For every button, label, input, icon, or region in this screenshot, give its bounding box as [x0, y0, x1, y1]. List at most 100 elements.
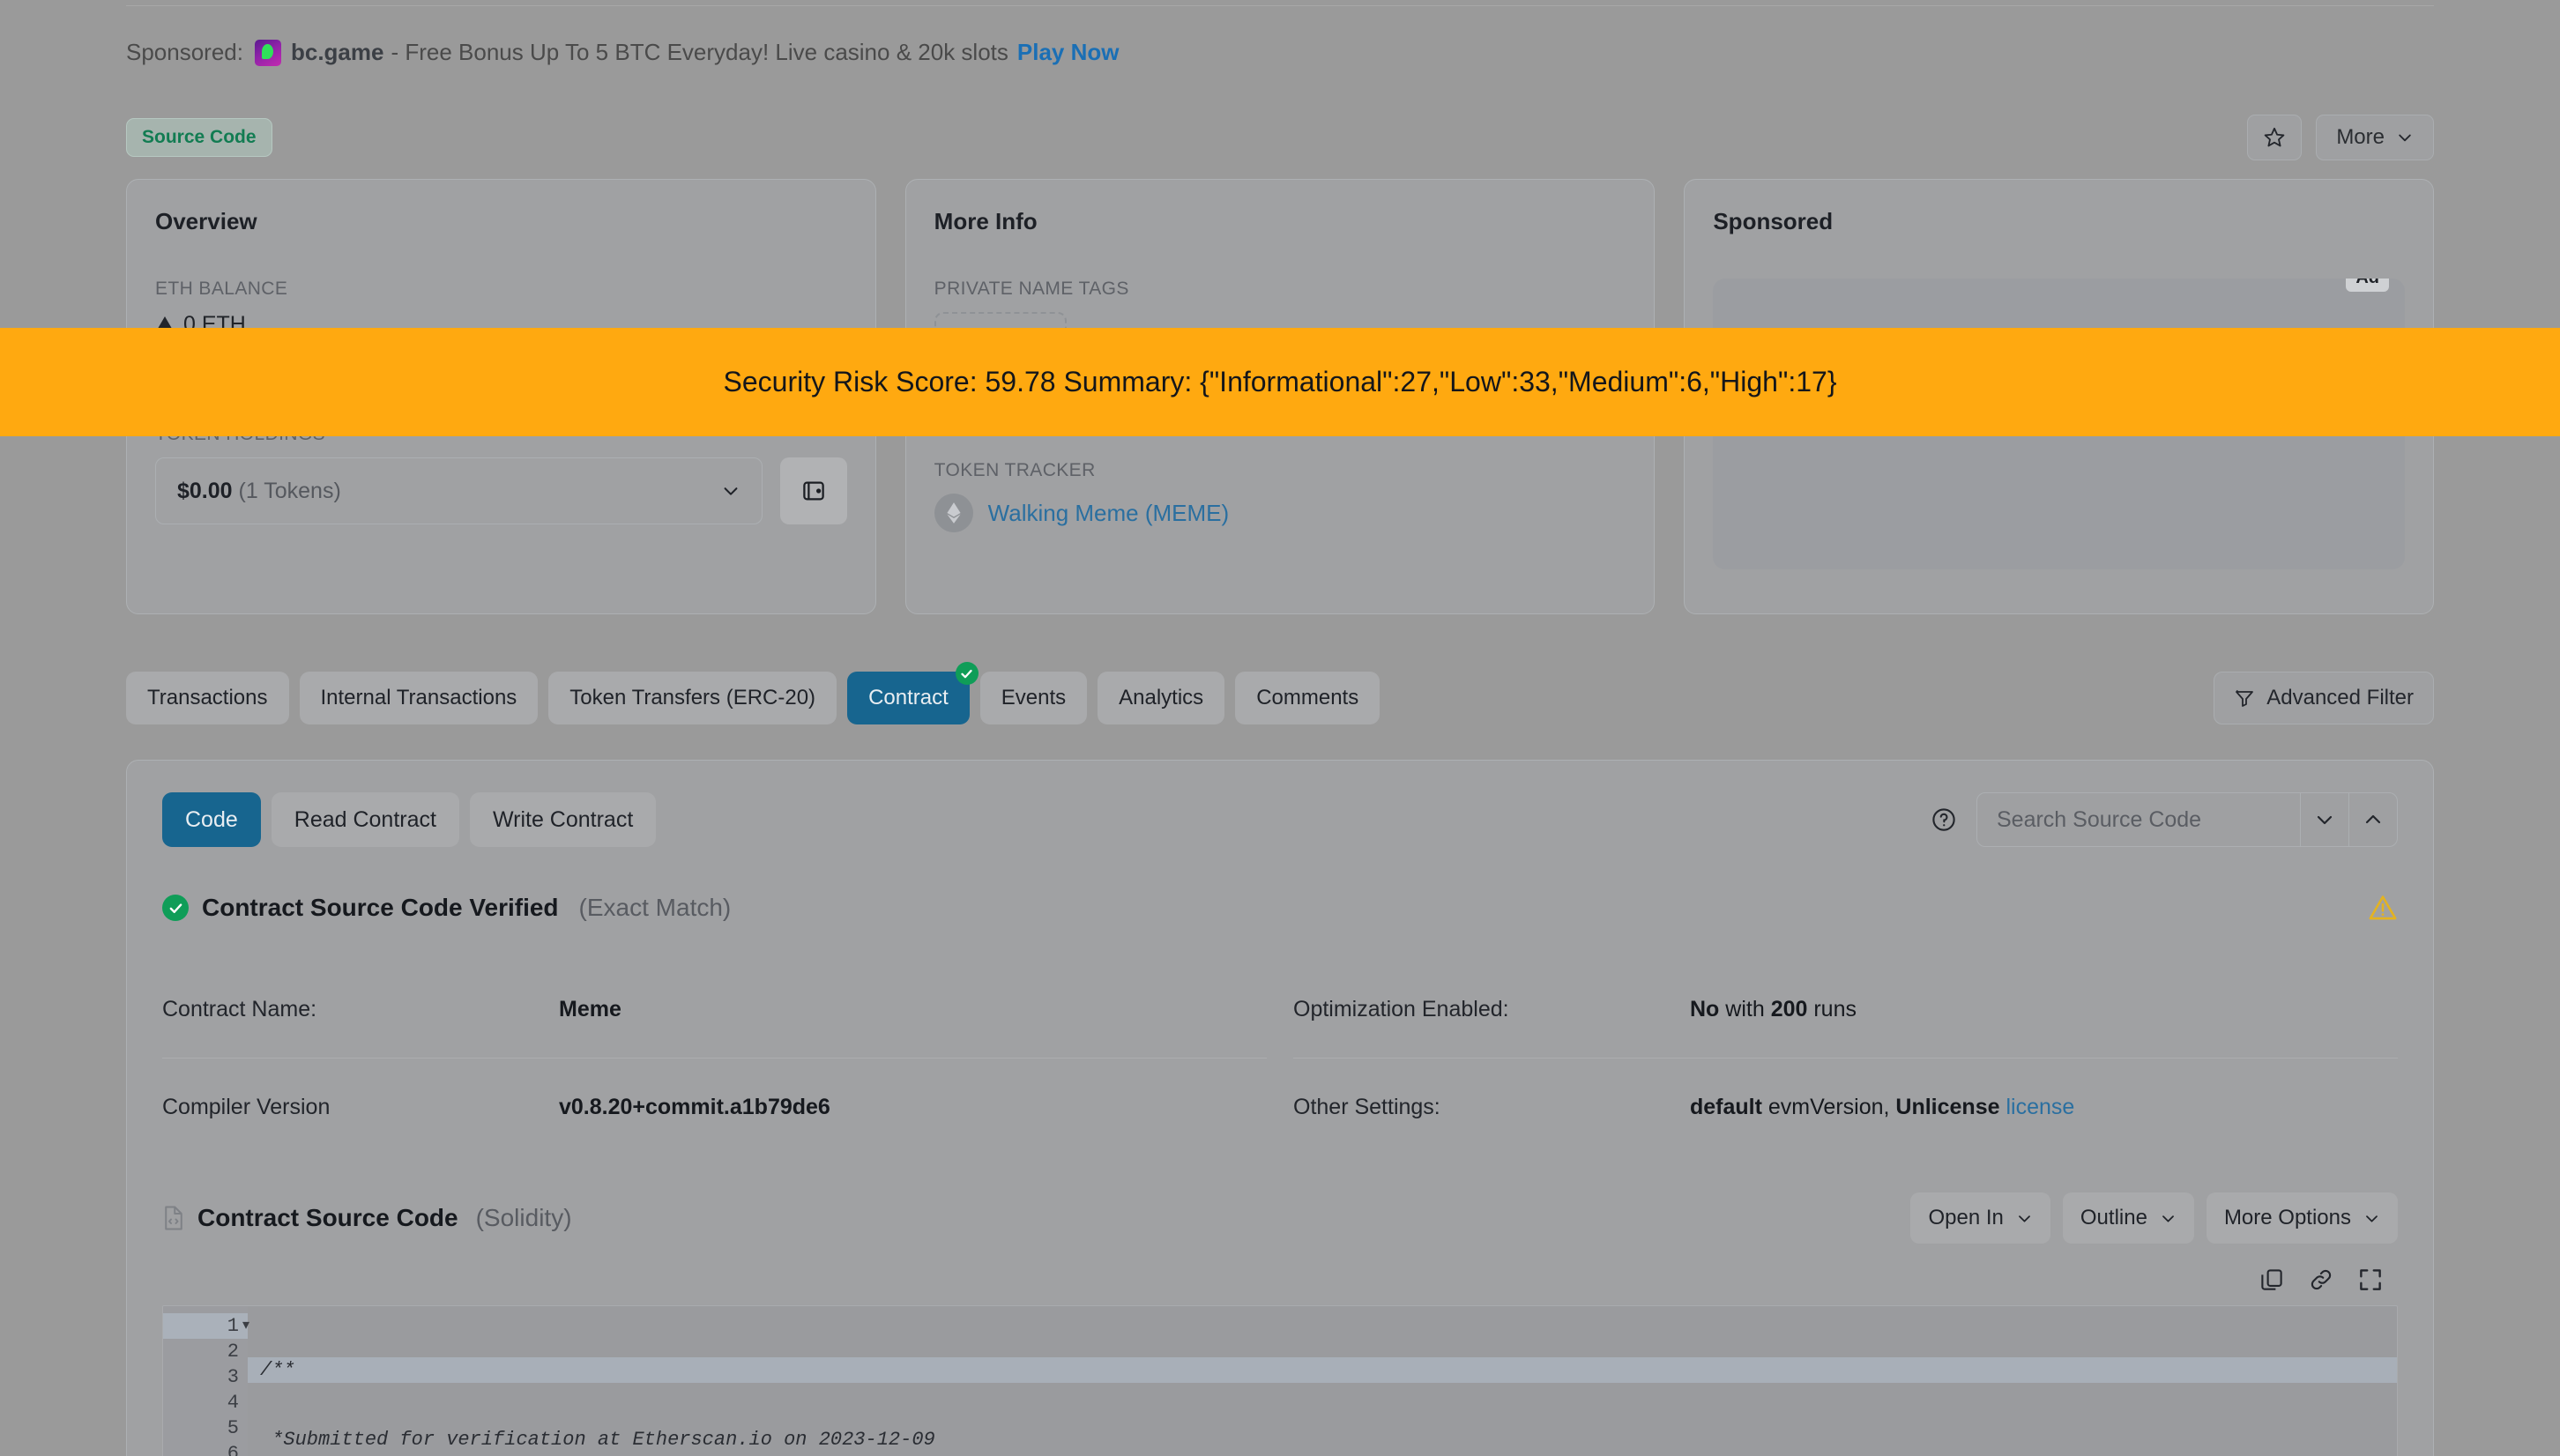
subtab-write-contract[interactable]: Write Contract — [469, 792, 657, 847]
outline-label: Outline — [2080, 1206, 2147, 1229]
more-info-card-title: More Info — [934, 208, 1038, 234]
ethereum-token-icon — [934, 494, 973, 532]
warning-button[interactable] — [2368, 893, 2398, 923]
security-risk-banner[interactable]: Security Risk Score: 59.78 Summary: {"In… — [0, 328, 2560, 436]
source-code-title: Contract Source Code — [197, 1204, 458, 1231]
detail-value-bold: default — [1690, 1094, 1762, 1119]
detail-key: Optimization Enabled: — [1293, 997, 1509, 1021]
chevron-down-icon — [2162, 1215, 2174, 1222]
fold-arrow-icon[interactable]: ▾ — [242, 1313, 249, 1339]
top-divider — [126, 5, 2434, 6]
tab-label: Analytics — [1119, 686, 1204, 709]
favorite-star-button[interactable] — [2247, 115, 2303, 160]
subtab-code[interactable]: Code — [162, 792, 261, 847]
search-area — [1931, 792, 2398, 847]
tab-events[interactable]: Events — [979, 672, 1088, 724]
source-code-editor[interactable]: 1▾ 2 3 4 5 6 7▾ /** *Submitted for verif… — [162, 1305, 2398, 1456]
sponsored-banner-line: Sponsored: bc.game - Free Bonus Up To 5 … — [126, 39, 1119, 66]
outline-dropdown[interactable]: Outline — [2062, 1192, 2194, 1244]
token-tracker-link[interactable]: Walking Meme (MEME) — [988, 500, 1230, 527]
search-input[interactable] — [1977, 806, 2300, 833]
detail-value-rest: runs — [1807, 997, 1857, 1021]
tab-label: Events — [1001, 686, 1067, 709]
tab-transactions[interactable]: Transactions — [126, 672, 289, 724]
main-tabs: Transactions Internal Transactions Token… — [126, 662, 1380, 724]
line-number-text: 6 — [227, 1443, 239, 1456]
tab-analytics[interactable]: Analytics — [1098, 672, 1225, 724]
search-expand-down-button[interactable] — [2300, 793, 2348, 846]
editor-code-area[interactable]: /** *Submitted for verification at Ether… — [248, 1306, 2397, 1456]
warning-triangle-icon — [2369, 895, 2397, 920]
star-icon — [2264, 127, 2285, 147]
more-options-dropdown[interactable]: More Options — [2206, 1192, 2398, 1244]
detail-key: Other Settings: — [1293, 1094, 1440, 1119]
token-holdings-amount: $0.00 — [177, 478, 233, 503]
source-code-chip[interactable]: Source Code — [126, 118, 272, 157]
chevron-down-icon — [2399, 134, 2411, 142]
detail-value: Meme — [559, 997, 621, 1022]
link-icon[interactable] — [2308, 1267, 2334, 1293]
contract-panel-header: Code Read Contract Write Contract — [162, 792, 2398, 847]
file-code-icon — [165, 1206, 182, 1230]
open-in-label: Open In — [1928, 1206, 2004, 1229]
detail-value-mid: with — [1719, 997, 1771, 1021]
line-number-text: 4 — [227, 1392, 239, 1414]
tab-internal-transactions[interactable]: Internal Transactions — [299, 672, 539, 724]
detail-value-bold: No — [1690, 997, 1720, 1021]
detail-value: v0.8.20+commit.a1b79de6 — [559, 1095, 830, 1120]
verification-status: Contract Source Code Verified (Exact Mat… — [162, 894, 731, 922]
detail-row-contract-name: Contract Name: Meme — [162, 962, 1267, 1059]
verified-check-icon — [955, 662, 979, 685]
token-holdings-row: $0.00 (1 Tokens) — [155, 457, 847, 524]
license-link[interactable]: license — [2006, 1095, 2074, 1119]
chevron-down-icon — [2366, 1215, 2378, 1222]
contract-subtabs: Code Read Contract Write Contract — [162, 792, 657, 847]
line-number-text: 1 — [227, 1315, 239, 1337]
help-circle-icon[interactable] — [1931, 806, 1957, 833]
token-holdings-dropdown[interactable]: $0.00 (1 Tokens) — [155, 457, 763, 524]
source-code-language: (Solidity) — [475, 1204, 572, 1231]
advanced-filter-button[interactable]: Advanced Filter — [2214, 672, 2434, 724]
line-number-text: 5 — [227, 1417, 239, 1439]
subtab-read-contract[interactable]: Read Contract — [271, 792, 459, 847]
chevron-down-icon — [2317, 815, 2333, 825]
chevron-up-icon — [2365, 814, 2381, 824]
advanced-filter-label: Advanced Filter — [2266, 686, 2414, 709]
wallet-button[interactable] — [779, 457, 847, 524]
search-expand-up-button[interactable] — [2348, 793, 2397, 846]
contract-panel: Code Read Contract Write Contract Search… — [126, 760, 2434, 1456]
sponsor-brand-name[interactable]: bc.game — [291, 39, 384, 66]
token-holdings-text: $0.00 (1 Tokens) — [177, 479, 341, 504]
security-risk-banner-text: Security Risk Score: 59.78 Summary: {"In… — [723, 366, 1837, 397]
tab-label: Comments — [1256, 686, 1359, 709]
tab-label: Transactions — [147, 686, 268, 709]
more-options-label: More Options — [2223, 1206, 2351, 1229]
detail-key: Compiler Version — [162, 1094, 331, 1119]
subtab-label: Write Contract — [492, 806, 634, 832]
more-button[interactable]: More — [2316, 115, 2434, 160]
open-in-dropdown[interactable]: Open In — [1910, 1192, 2050, 1244]
fullscreen-icon[interactable] — [2357, 1267, 2384, 1293]
token-tracker-label: TOKEN TRACKER — [934, 460, 1096, 480]
verification-row: Contract Source Code Verified (Exact Mat… — [162, 893, 2398, 923]
editor-toolbar — [162, 1267, 2398, 1293]
tab-contract[interactable]: Contract — [847, 662, 979, 724]
line-number: 5 — [163, 1415, 248, 1441]
detail-value-bold: Meme — [559, 997, 621, 1021]
bcgame-logo-icon — [254, 39, 281, 66]
line-number: 3 — [163, 1364, 248, 1390]
source-code-header: Contract Source Code (Solidity) Open In … — [162, 1192, 2398, 1244]
more-button-label: More — [2336, 125, 2385, 149]
tab-comments[interactable]: Comments — [1235, 672, 1380, 724]
filter-icon — [2236, 689, 2254, 707]
source-code-actions: Open In Outline More Options — [1910, 1192, 2398, 1244]
editor-line-numbers: 1▾ 2 3 4 5 6 7▾ — [163, 1306, 249, 1456]
sponsor-play-now-link[interactable]: Play Now — [1017, 39, 1120, 66]
tab-token-transfers[interactable]: Token Transfers (ERC-20) — [548, 672, 837, 724]
search-source-code-box[interactable] — [1976, 792, 2398, 847]
verification-subtitle: (Exact Match) — [578, 894, 732, 921]
source-code-title-group: Contract Source Code (Solidity) — [162, 1204, 572, 1232]
copy-icon[interactable] — [2259, 1267, 2285, 1293]
line-number: 2 — [163, 1339, 248, 1364]
main-tabs-row: Transactions Internal Transactions Token… — [126, 662, 2434, 724]
